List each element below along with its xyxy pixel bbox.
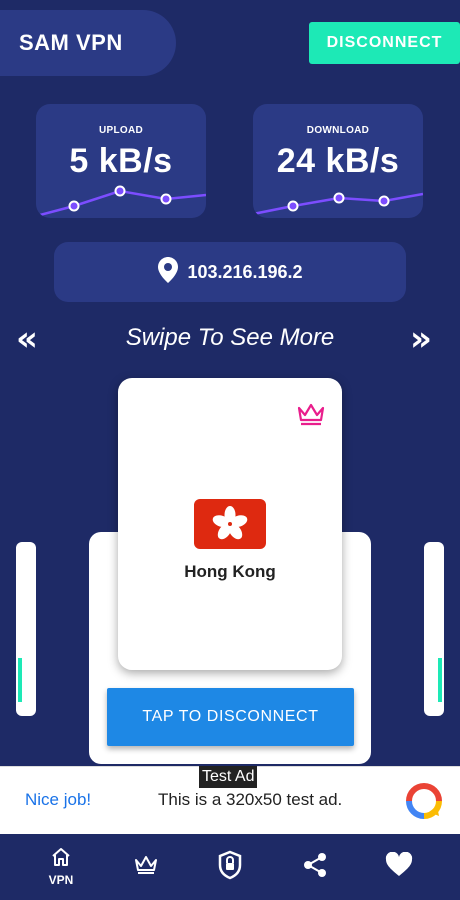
ip-address: 103.216.196.2 xyxy=(187,261,303,282)
crown-icon xyxy=(134,855,158,879)
bottom-nav: VPN xyxy=(0,834,460,900)
share-icon xyxy=(303,852,327,882)
download-graph xyxy=(253,192,423,216)
premium-crown-icon xyxy=(296,402,326,430)
swipe-hint: Swipe To See More xyxy=(125,324,335,351)
nav-item-premium[interactable] xyxy=(121,834,171,900)
upload-stat-card: UPLOAD 5 kB/s xyxy=(36,104,206,218)
card-accent xyxy=(18,658,22,702)
ad-body: This is a 320x50 test ad. xyxy=(158,790,343,809)
nav-item-security[interactable] xyxy=(205,834,255,900)
heart-icon xyxy=(385,851,413,882)
disconnect-button[interactable]: DISCONNECT xyxy=(309,22,460,64)
ip-address-pill: 103.216.196.2 xyxy=(54,242,406,302)
download-stat-card: DOWNLOAD 24 kB/s xyxy=(253,104,423,218)
tap-to-disconnect-button[interactable]: TAP TO DISCONNECT xyxy=(107,688,354,746)
location-pin-icon xyxy=(157,256,179,288)
ad-headline[interactable]: Nice job! xyxy=(25,790,91,810)
next-country-card[interactable] xyxy=(424,542,444,716)
nav-item-share[interactable] xyxy=(290,834,340,900)
prev-country-card[interactable] xyxy=(16,542,36,716)
hong-kong-flag-icon xyxy=(194,499,266,549)
app-title: SAM VPN xyxy=(0,10,176,76)
country-name: Hong Kong xyxy=(184,562,276,581)
nav-label-vpn: VPN xyxy=(48,873,74,887)
nav-item-favorites[interactable] xyxy=(374,834,424,900)
ad-tag: Test Ad xyxy=(199,766,258,788)
nav-item-vpn[interactable]: VPN xyxy=(36,834,86,900)
upload-graph xyxy=(36,185,206,218)
home-icon xyxy=(50,847,72,871)
shield-lock-icon xyxy=(217,850,243,884)
card-accent xyxy=(438,658,442,702)
swipe-right-arrow[interactable]: » xyxy=(410,322,432,356)
ad-choices-logo-icon[interactable] xyxy=(405,782,443,824)
